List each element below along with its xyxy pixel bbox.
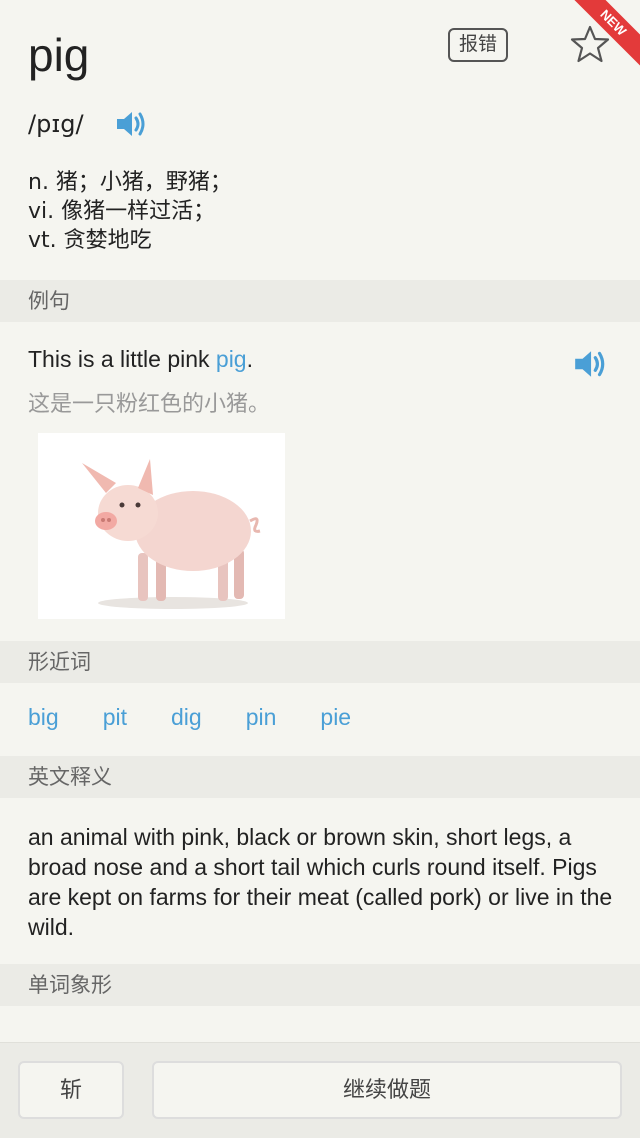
- section-examples-header: 例句: [0, 280, 640, 322]
- report-error-button[interactable]: 报错: [448, 28, 508, 62]
- phonetic: /pɪg/: [28, 110, 84, 138]
- example-translation: 这是一只粉红色的小猪。: [28, 392, 271, 417]
- example-punct: .: [246, 346, 253, 372]
- example-speaker-icon[interactable]: [572, 346, 608, 382]
- section-similar-header: 形近词: [0, 641, 640, 683]
- similar-word-link[interactable]: pie: [320, 704, 351, 731]
- continue-button[interactable]: 继续做题: [152, 1061, 622, 1119]
- cut-button[interactable]: 斩: [18, 1061, 124, 1119]
- english-definition: an animal with pink, black or brown skin…: [28, 824, 613, 940]
- word-title: pig: [28, 29, 90, 81]
- definitions: n. 猪；小猪，野猪； vi. 像猪一样过活； vt. 贪婪地吃: [28, 168, 232, 255]
- similar-word-link[interactable]: big: [28, 704, 59, 731]
- similar-words-list: big pit dig pin pie: [28, 704, 395, 731]
- favorite-star-icon[interactable]: [570, 24, 610, 64]
- example-keyword: pig: [215, 346, 247, 372]
- definition-line: n. 猪；小猪，野猪；: [28, 170, 232, 195]
- definition-line: vt. 贪婪地吃: [28, 228, 152, 253]
- section-english-def-header: 英文释义: [0, 756, 640, 798]
- bottom-action-bar: 斩 继续做题: [0, 1042, 640, 1138]
- definition-line: vi. 像猪一样过活；: [28, 199, 216, 224]
- example-text: This is a little pink: [28, 346, 216, 372]
- word-speaker-icon[interactable]: [114, 107, 148, 141]
- example-sentence: This is a little pink pig.: [28, 346, 253, 373]
- similar-word-link[interactable]: pin: [246, 704, 277, 731]
- section-pictograph-header: 单词象形: [0, 964, 640, 1006]
- similar-word-link[interactable]: pit: [103, 704, 127, 731]
- phonetic-row: /pɪg/: [28, 106, 148, 142]
- pig-image: [38, 433, 285, 619]
- similar-word-link[interactable]: dig: [171, 704, 202, 731]
